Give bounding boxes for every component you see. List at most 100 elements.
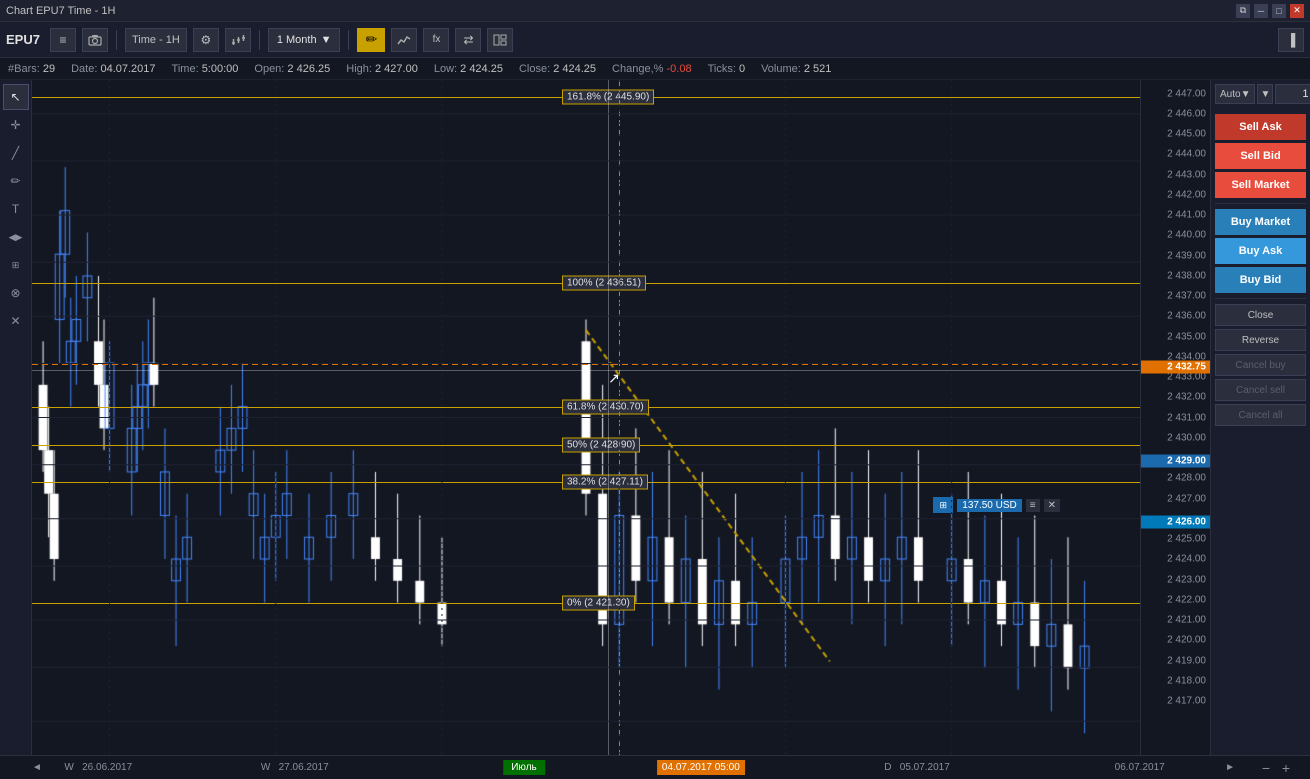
time-axis: ◄ W 26.06.2017 W 27.06.2017 Июль 04.07.2… bbox=[0, 755, 1310, 779]
measure-tool[interactable]: ◀▶ bbox=[3, 224, 29, 250]
reverse-button[interactable]: Reverse bbox=[1215, 329, 1306, 351]
compare-button[interactable]: ⇄ bbox=[455, 28, 481, 52]
price-2427: 2 427.00 bbox=[1167, 493, 1206, 504]
sell-ask-button[interactable]: Sell Ask bbox=[1215, 114, 1306, 140]
sell-market-button[interactable]: Sell Market bbox=[1215, 172, 1306, 198]
left-toolbar: ↖ ✛ ╱ ✏ T ◀▶ ⊞ ⊗ ✕ bbox=[0, 80, 32, 755]
fibonacci-tool[interactable]: ⊞ bbox=[3, 252, 29, 278]
pencil-button[interactable]: ✏ bbox=[357, 28, 385, 52]
price-2430: 2 430.00 bbox=[1167, 432, 1206, 443]
close-value: 2 424.25 bbox=[553, 63, 596, 75]
price-2417: 2 417.00 bbox=[1167, 696, 1206, 707]
price-2423: 2 423.00 bbox=[1167, 574, 1206, 585]
zoom-out-button[interactable]: − bbox=[1262, 760, 1270, 776]
price-2424: 2 424.00 bbox=[1167, 554, 1206, 565]
volume-value: 2 521 bbox=[804, 63, 832, 75]
delete-tool[interactable]: ✕ bbox=[3, 308, 29, 334]
minimize-button[interactable]: ─ bbox=[1254, 4, 1268, 18]
restore-button[interactable]: ⧉ bbox=[1236, 4, 1250, 18]
crosshair-tool[interactable]: ✛ bbox=[3, 112, 29, 138]
volume-label: Volume: bbox=[761, 63, 801, 75]
price-highlight-blue-2: 2 426.00 bbox=[1141, 516, 1210, 529]
price-highlight-blue-1: 2 429.00 bbox=[1141, 455, 1210, 468]
price-2428: 2 428.00 bbox=[1167, 473, 1206, 484]
price-2443: 2 443.00 bbox=[1167, 169, 1206, 180]
fib-label-50: 50% (2 428.90) bbox=[562, 437, 640, 452]
cancel-buy-button[interactable]: Cancel buy bbox=[1215, 354, 1306, 376]
period-selector[interactable]: 1 Month ▼ bbox=[268, 28, 341, 52]
chart-area[interactable]: 161.8% (2 445.90) 100% (2 436.51) 61.8% … bbox=[32, 80, 1140, 755]
price-2442: 2 442.00 bbox=[1167, 189, 1206, 200]
chart-type-button[interactable] bbox=[225, 28, 251, 52]
line-tool[interactable]: ╱ bbox=[3, 140, 29, 166]
high-value: 2 427.00 bbox=[375, 63, 418, 75]
close-label: Close: bbox=[519, 63, 550, 75]
auto-select[interactable]: Auto ▼ bbox=[1215, 84, 1255, 104]
price-2422: 2 422.00 bbox=[1167, 594, 1206, 605]
price-2446: 2 446.00 bbox=[1167, 108, 1206, 119]
ticks-label: Ticks: bbox=[708, 63, 736, 75]
title-bar: Chart EPU7 Time - 1H ⧉ ─ □ ✕ bbox=[0, 0, 1310, 22]
qty-down-button[interactable]: ▼ bbox=[1257, 84, 1273, 104]
maximize-button[interactable]: □ bbox=[1272, 4, 1286, 18]
time-label-06jul: 06.07.2017 bbox=[1115, 762, 1165, 773]
ticks-value: 0 bbox=[739, 63, 745, 75]
price-2431: 2 431.00 bbox=[1167, 412, 1206, 423]
toolbar: EPU7 ≡ Time - 1H ⚙ 1 Month ▼ ✏ fx ⇄ ▐ bbox=[0, 22, 1310, 58]
main-area: ↖ ✛ ╱ ✏ T ◀▶ ⊞ ⊗ ✕ 161.8% (2 445.90) 100… bbox=[0, 80, 1310, 755]
zoom-in-button[interactable]: + bbox=[1282, 760, 1290, 776]
pattern-tool[interactable]: ⊗ bbox=[3, 280, 29, 306]
cancel-sell-button[interactable]: Cancel sell bbox=[1215, 379, 1306, 401]
buy-ask-button[interactable]: Buy Ask bbox=[1215, 238, 1306, 264]
sell-bid-button[interactable]: Sell Bid bbox=[1215, 143, 1306, 169]
order-close-icon[interactable]: ✕ bbox=[1044, 499, 1060, 512]
time-nav-left[interactable]: ◄ bbox=[32, 762, 42, 773]
window-title: Chart EPU7 Time - 1H bbox=[6, 5, 115, 17]
cancel-all-button[interactable]: Cancel all bbox=[1215, 404, 1306, 426]
window-controls: ⧉ ─ □ ✕ bbox=[1236, 4, 1304, 18]
qty-control: ▼ ▲ bbox=[1257, 84, 1310, 104]
date-value: 04.07.2017 bbox=[100, 63, 155, 75]
high-label: High: bbox=[346, 63, 372, 75]
price-2432: 2 432.00 bbox=[1167, 392, 1206, 403]
sidebar-toggle-button[interactable]: ▐ bbox=[1278, 28, 1304, 52]
price-2421: 2 421.00 bbox=[1167, 615, 1206, 626]
menu-button[interactable]: ≡ bbox=[50, 28, 76, 52]
close-button[interactable]: ✕ bbox=[1290, 4, 1304, 18]
qty-input[interactable] bbox=[1275, 84, 1310, 104]
price-chart[interactable] bbox=[32, 80, 1140, 755]
entry-line bbox=[32, 364, 1140, 365]
fib-label-0: 0% (2 421.30) bbox=[562, 596, 635, 611]
price-2419: 2 419.00 bbox=[1167, 655, 1206, 666]
time-label-26jun: W 26.06.2017 bbox=[64, 762, 132, 773]
order-tag-chart[interactable]: ⊞ 137.50 USD ≡ ✕ bbox=[933, 497, 1060, 513]
chart-indicator-button[interactable] bbox=[391, 28, 417, 52]
price-2436: 2 436.00 bbox=[1167, 311, 1206, 322]
fib-label-618: 61.8% (2 430.70) bbox=[562, 400, 649, 415]
chart-settings-button[interactable]: ⚙ bbox=[193, 28, 219, 52]
fx-button[interactable]: fx bbox=[423, 28, 449, 52]
timeframe-selector[interactable]: Time - 1H bbox=[125, 28, 187, 52]
price-2441: 2 441.00 bbox=[1167, 210, 1206, 221]
text-tool[interactable]: T bbox=[3, 196, 29, 222]
change-value: -0.08 bbox=[666, 63, 691, 75]
low-label: Low: bbox=[434, 63, 457, 75]
price-highlight-orange: 2 432.75 bbox=[1141, 360, 1210, 373]
buy-bid-button[interactable]: Buy Bid bbox=[1215, 267, 1306, 293]
time-label-04jul: 04.07.2017 05:00 bbox=[657, 760, 745, 775]
time-line bbox=[619, 80, 620, 755]
layout-button[interactable] bbox=[487, 28, 513, 52]
order-label: 137.50 USD bbox=[957, 499, 1021, 512]
pen-tool[interactable]: ✏ bbox=[3, 168, 29, 194]
close-button[interactable]: Close bbox=[1215, 304, 1306, 326]
camera-button[interactable] bbox=[82, 28, 108, 52]
cursor-tool[interactable]: ↖ bbox=[3, 84, 29, 110]
price-2437: 2 437.00 bbox=[1167, 291, 1206, 302]
open-value: 2 426.25 bbox=[287, 63, 330, 75]
price-2439: 2 439.00 bbox=[1167, 250, 1206, 261]
symbol-label: EPU7 bbox=[6, 32, 40, 47]
order-settings-icon[interactable]: ≡ bbox=[1026, 499, 1040, 512]
time-nav-right[interactable]: ► bbox=[1225, 762, 1235, 773]
buy-market-button[interactable]: Buy Market bbox=[1215, 209, 1306, 235]
bars-value: 29 bbox=[43, 63, 55, 75]
